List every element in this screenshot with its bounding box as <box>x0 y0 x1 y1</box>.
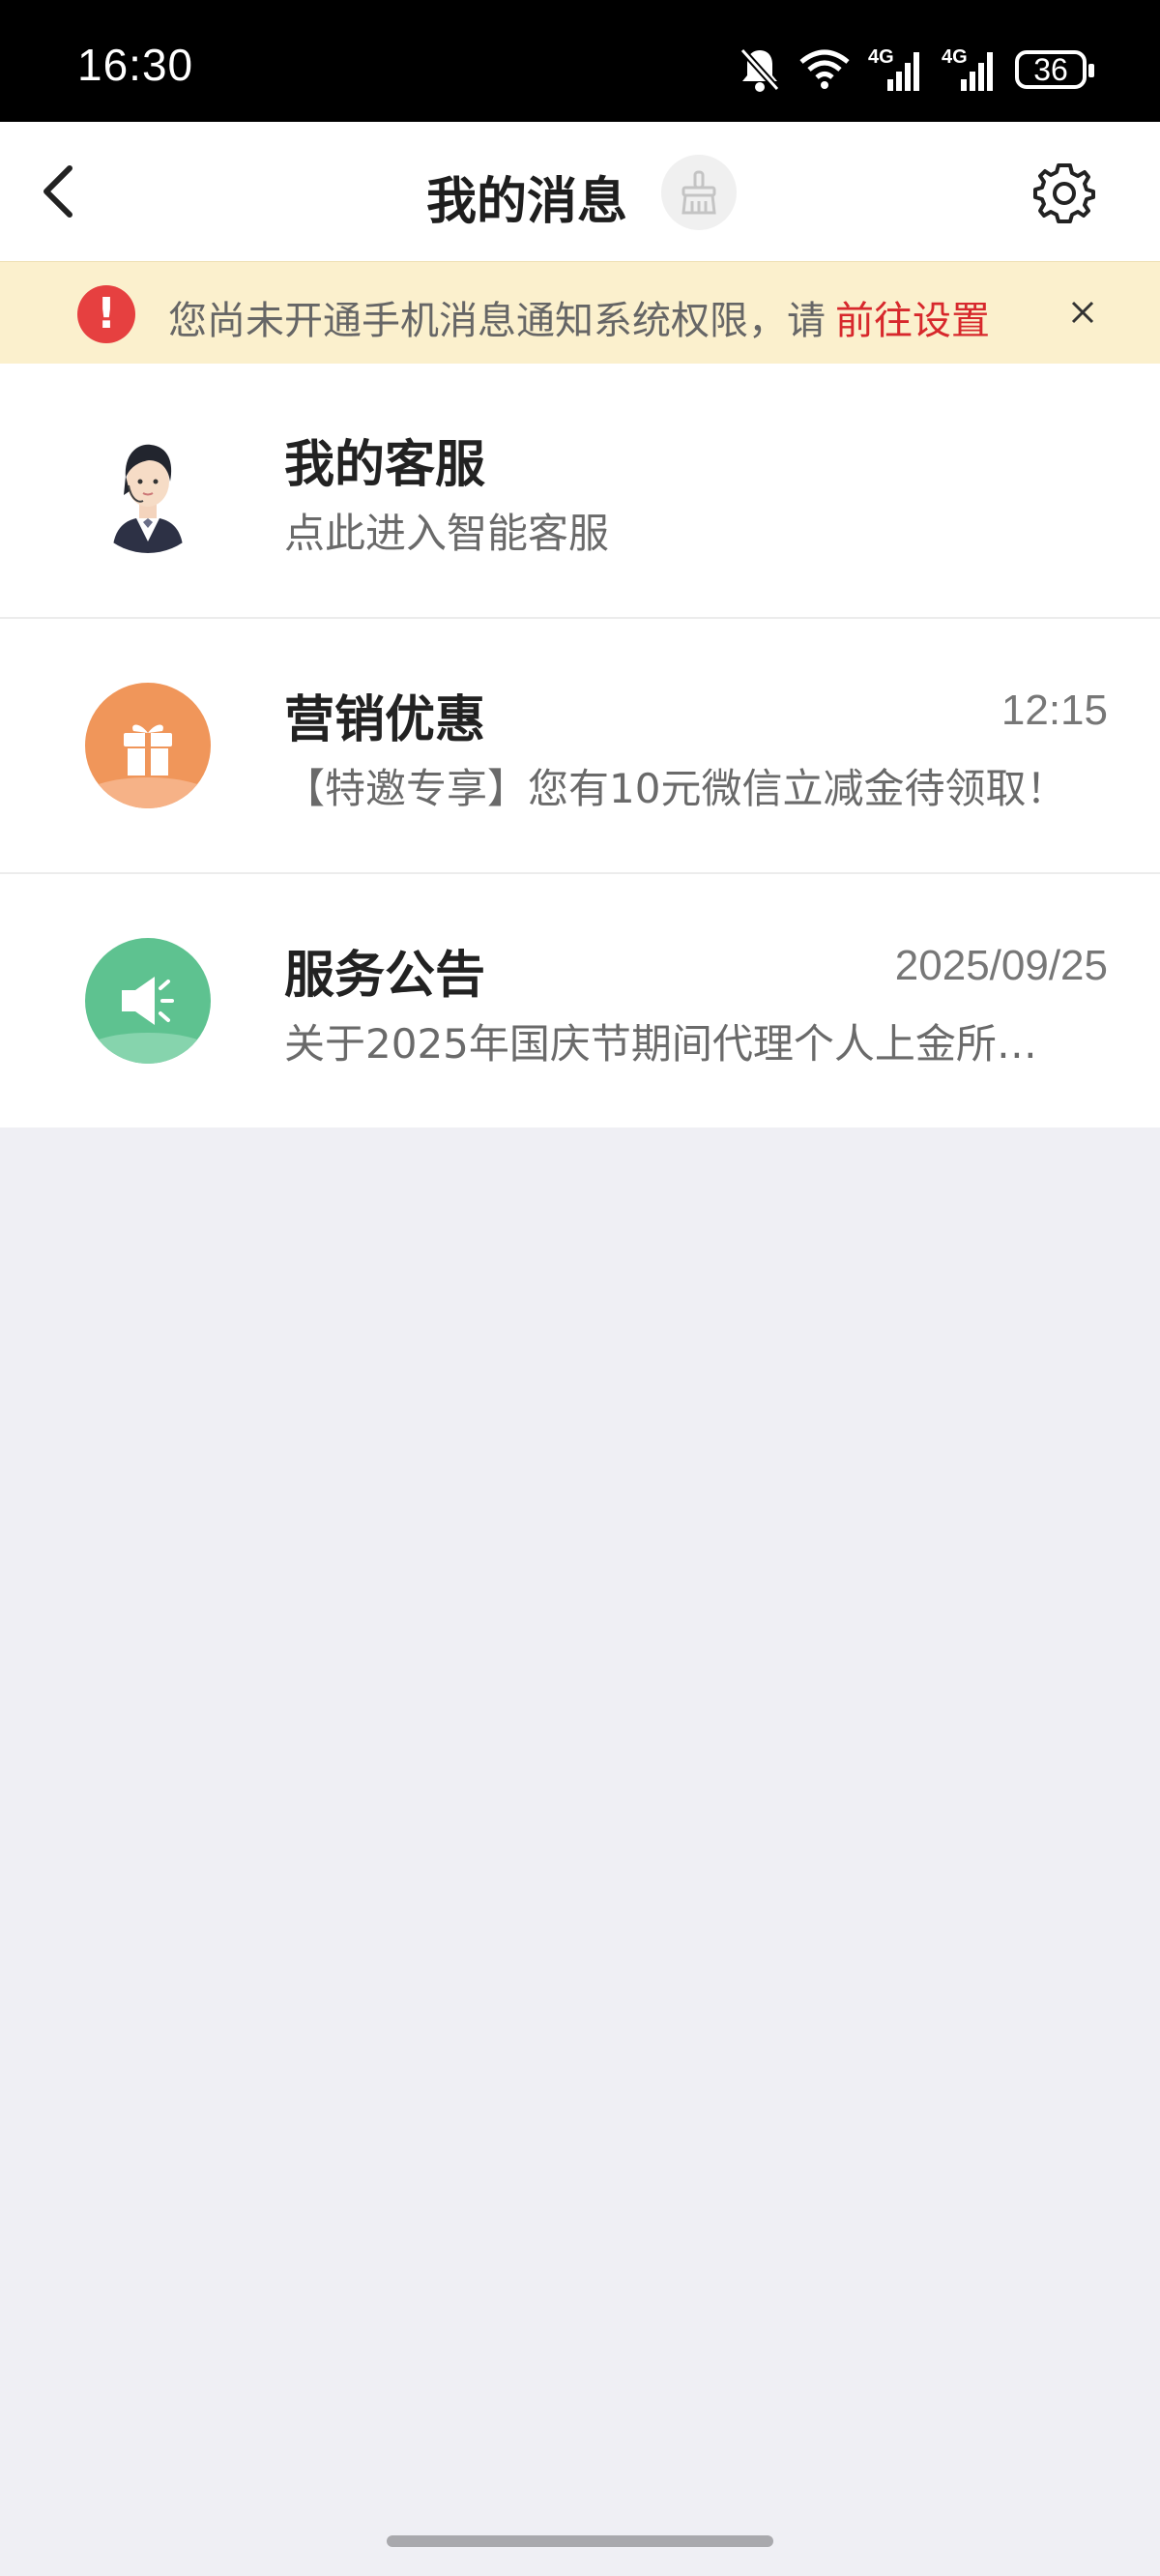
message-preview: 关于2025年国庆节期间代理个人上金所… <box>284 1020 1037 1068</box>
announcement-avatar <box>85 938 211 1064</box>
page-title: 我的消息 <box>425 173 627 231</box>
nav-bar: 我的消息 <box>0 122 1160 261</box>
status-time: 16:30 <box>77 40 194 90</box>
permission-banner: ! 您尚未开通手机消息通知系统权限，请 前往设置 <box>0 261 1160 365</box>
list-item-announcements[interactable]: 服务公告 关于2025年国庆节期间代理个人上金所… 2025/09/25 <box>0 874 1160 1127</box>
permission-text: 您尚未开通手机消息通知系统权限，请 <box>168 299 826 343</box>
battery-icon: 36 <box>1015 50 1094 89</box>
broom-icon <box>682 170 716 215</box>
alert-icon: ! <box>77 285 135 343</box>
message-title: 服务公告 <box>284 947 486 1005</box>
megaphone-icon <box>85 977 211 1064</box>
bell-off-icon <box>739 46 781 93</box>
settings-button[interactable] <box>1030 159 1098 226</box>
gift-icon <box>85 724 211 808</box>
home-indicator[interactable] <box>387 2535 773 2547</box>
signal-4g-icon: 4G <box>942 46 998 93</box>
message-preview: 点此进入智能客服 <box>284 510 610 557</box>
message-time: 12:15 <box>1000 687 1108 734</box>
message-preview: 【特邀专享】您有10元微信立减金待领取！ <box>284 765 1067 812</box>
close-icon <box>1071 301 1094 324</box>
list-item-promotions[interactable]: 营销优惠 【特邀专享】您有10元微信立减金待领取！ 12:15 <box>0 619 1160 874</box>
customer-service-avatar <box>85 427 211 553</box>
permission-message: 您尚未开通手机消息通知系统权限，请 前往设置 <box>168 289 990 345</box>
go-settings-link[interactable]: 前往设置 <box>835 299 990 343</box>
clear-all-button[interactable] <box>661 155 737 230</box>
close-banner-button[interactable] <box>1061 291 1104 334</box>
message-title: 我的客服 <box>284 436 486 494</box>
list-item-customer-service[interactable]: 我的客服 点此进入智能客服 <box>0 364 1160 619</box>
wifi-icon <box>798 48 851 91</box>
promotion-avatar <box>85 683 211 808</box>
message-title: 营销优惠 <box>284 691 486 749</box>
message-time: 2025/09/25 <box>894 942 1108 989</box>
gear-icon <box>1033 163 1095 223</box>
signal-4g-icon: 4G <box>868 46 924 93</box>
message-list: 我的客服 点此进入智能客服 营销优惠 【特邀专享】您有10元微信立减金待领取！ … <box>0 364 1160 1127</box>
status-bar: 16:30 4G 4G 36 <box>0 0 1160 122</box>
